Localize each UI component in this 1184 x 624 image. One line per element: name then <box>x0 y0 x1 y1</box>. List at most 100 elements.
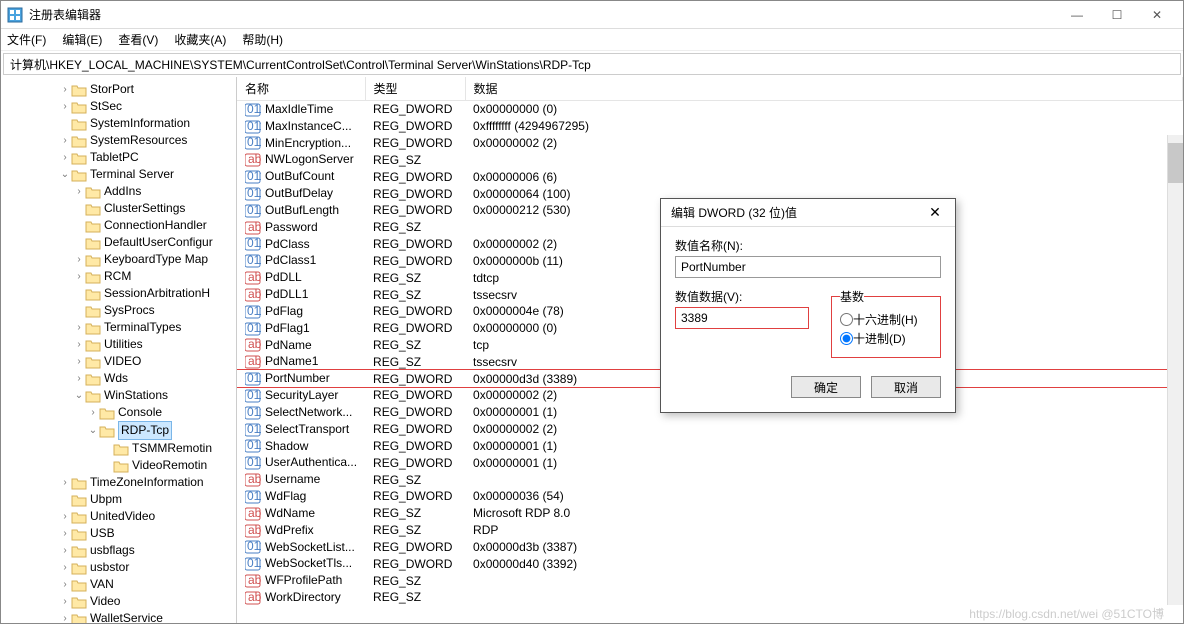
tree-item[interactable]: ⌄Terminal Server <box>17 166 236 183</box>
tree-item[interactable]: DefaultUserConfigur <box>17 234 236 251</box>
tree-item[interactable]: ›TimeZoneInformation <box>17 474 236 491</box>
menu-view[interactable]: 查看(V) <box>118 31 158 48</box>
svg-text:011: 011 <box>247 490 261 503</box>
tree-item[interactable]: ⌄RDP-Tcp <box>17 421 236 440</box>
svg-text:011: 011 <box>247 423 261 436</box>
tree-item[interactable]: SysProcs <box>17 302 236 319</box>
cancel-button[interactable]: 取消 <box>871 376 941 398</box>
col-data[interactable]: 数据 <box>465 77 1182 101</box>
table-row[interactable]: 011OutBufCountREG_DWORD0x00000006 (6) <box>237 168 1183 185</box>
svg-text:011: 011 <box>247 406 261 419</box>
table-row[interactable]: 011WebSocketTls...REG_DWORD0x00000d40 (3… <box>237 555 1183 572</box>
tree-item[interactable]: ›WalletService <box>17 610 236 623</box>
address-text: 计算机\HKEY_LOCAL_MACHINE\SYSTEM\CurrentCon… <box>10 56 591 73</box>
menu-file[interactable]: 文件(F) <box>7 31 46 48</box>
tree-item[interactable]: ›TerminalTypes <box>17 319 236 336</box>
svg-text:ab: ab <box>248 153 261 166</box>
menubar: 文件(F) 编辑(E) 查看(V) 收藏夹(A) 帮助(H) <box>1 29 1183 51</box>
svg-text:011: 011 <box>247 136 261 149</box>
tree-item[interactable]: ›AddIns <box>17 183 236 200</box>
svg-text:011: 011 <box>247 237 261 250</box>
value-data-input[interactable] <box>675 307 809 329</box>
dialog-close-icon[interactable]: ✕ <box>925 204 945 221</box>
svg-text:011: 011 <box>247 389 261 402</box>
svg-text:011: 011 <box>247 456 261 469</box>
value-name-input[interactable] <box>675 256 941 278</box>
svg-text:011: 011 <box>247 254 261 267</box>
svg-text:011: 011 <box>247 103 261 116</box>
tree-item[interactable]: SessionArbitrationH <box>17 285 236 302</box>
tree-item[interactable]: ›UnitedVideo <box>17 508 236 525</box>
menu-edit[interactable]: 编辑(E) <box>62 31 102 48</box>
svg-text:011: 011 <box>247 322 261 335</box>
tree-item[interactable]: ⌄WinStations <box>17 387 236 404</box>
col-type[interactable]: 类型 <box>365 77 465 101</box>
radio-hex[interactable]: 十六进制(H) <box>840 311 932 328</box>
svg-text:ab: ab <box>248 574 261 587</box>
table-row[interactable]: abNWLogonServerREG_SZ <box>237 151 1183 168</box>
svg-text:ab: ab <box>248 473 261 486</box>
table-row[interactable]: 011MaxInstanceC...REG_DWORD0xffffffff (4… <box>237 118 1183 135</box>
table-row[interactable]: abWdNameREG_SZMicrosoft RDP 8.0 <box>237 505 1183 522</box>
tree-item[interactable]: ›Console <box>17 404 236 421</box>
table-row[interactable]: 011UserAuthentica...REG_DWORD0x00000001 … <box>237 454 1183 471</box>
svg-text:011: 011 <box>247 187 261 200</box>
tree-item[interactable]: ›SystemResources <box>17 132 236 149</box>
edit-dword-dialog: 编辑 DWORD (32 位)值 ✕ 数值名称(N): 数值数据(V): 基数 … <box>660 198 956 413</box>
tree-item[interactable]: ›StSec <box>17 98 236 115</box>
table-row[interactable]: 011WebSocketList...REG_DWORD0x00000d3b (… <box>237 539 1183 556</box>
value-name-label: 数值名称(N): <box>675 237 941 254</box>
ok-button[interactable]: 确定 <box>791 376 861 398</box>
close-button[interactable]: ✕ <box>1137 8 1177 22</box>
svg-text:ab: ab <box>248 288 261 301</box>
table-row[interactable]: abUsernameREG_SZ <box>237 471 1183 488</box>
registry-tree[interactable]: ›StorPort›StSecSystemInformation›SystemR… <box>1 77 237 623</box>
table-row[interactable]: abWFProfilePathREG_SZ <box>237 572 1183 589</box>
svg-text:011: 011 <box>247 557 261 570</box>
tree-item[interactable]: ›Wds <box>17 370 236 387</box>
tree-item[interactable]: ›TabletPC <box>17 149 236 166</box>
col-name[interactable]: 名称 <box>237 77 365 101</box>
tree-item[interactable]: ›VIDEO <box>17 353 236 370</box>
svg-text:ab: ab <box>248 355 261 368</box>
tree-item[interactable]: TSMMRemotin <box>17 440 236 457</box>
tree-item[interactable]: ClusterSettings <box>17 200 236 217</box>
titlebar[interactable]: 注册表编辑器 — ☐ ✕ <box>1 1 1183 29</box>
menu-help[interactable]: 帮助(H) <box>242 31 283 48</box>
tree-item[interactable]: ›USB <box>17 525 236 542</box>
svg-text:ab: ab <box>248 338 261 351</box>
svg-text:ab: ab <box>248 524 261 537</box>
dialog-title: 编辑 DWORD (32 位)值 <box>671 204 925 221</box>
base-legend: 基数 <box>840 288 864 305</box>
table-row[interactable]: 011WdFlagREG_DWORD0x00000036 (54) <box>237 488 1183 505</box>
tree-item[interactable]: ›Video <box>17 593 236 610</box>
tree-item[interactable]: ›KeyboardType Map <box>17 251 236 268</box>
maximize-button[interactable]: ☐ <box>1097 8 1137 22</box>
table-row[interactable]: abWdPrefixREG_SZRDP <box>237 522 1183 539</box>
svg-text:011: 011 <box>247 204 261 217</box>
tree-item[interactable]: VideoRemotin <box>17 457 236 474</box>
tree-item[interactable]: ›Utilities <box>17 336 236 353</box>
table-row[interactable]: 011MaxIdleTimeREG_DWORD0x00000000 (0) <box>237 101 1183 118</box>
svg-text:ab: ab <box>248 221 261 234</box>
menu-fav[interactable]: 收藏夹(A) <box>174 31 226 48</box>
tree-item[interactable]: ConnectionHandler <box>17 217 236 234</box>
table-row[interactable]: 011SelectTransportREG_DWORD0x00000002 (2… <box>237 421 1183 438</box>
address-bar[interactable]: 计算机\HKEY_LOCAL_MACHINE\SYSTEM\CurrentCon… <box>3 53 1181 75</box>
value-data-label: 数值数据(V): <box>675 288 809 305</box>
table-row[interactable]: 011ShadowREG_DWORD0x00000001 (1) <box>237 438 1183 455</box>
tree-item[interactable]: ›usbstor <box>17 559 236 576</box>
radio-dec[interactable]: 十进制(D) <box>840 330 932 347</box>
tree-item[interactable]: Ubpm <box>17 491 236 508</box>
tree-item[interactable]: ›StorPort <box>17 81 236 98</box>
minimize-button[interactable]: — <box>1057 8 1097 22</box>
table-row[interactable]: abWorkDirectoryREG_SZ <box>237 589 1183 606</box>
app-icon <box>7 7 23 23</box>
tree-item[interactable]: ›VAN <box>17 576 236 593</box>
vertical-scrollbar[interactable] <box>1167 135 1183 605</box>
tree-item[interactable]: ›usbflags <box>17 542 236 559</box>
tree-item[interactable]: SystemInformation <box>17 115 236 132</box>
dialog-titlebar[interactable]: 编辑 DWORD (32 位)值 ✕ <box>661 199 955 227</box>
tree-item[interactable]: ›RCM <box>17 268 236 285</box>
table-row[interactable]: 011MinEncryption...REG_DWORD0x00000002 (… <box>237 135 1183 152</box>
